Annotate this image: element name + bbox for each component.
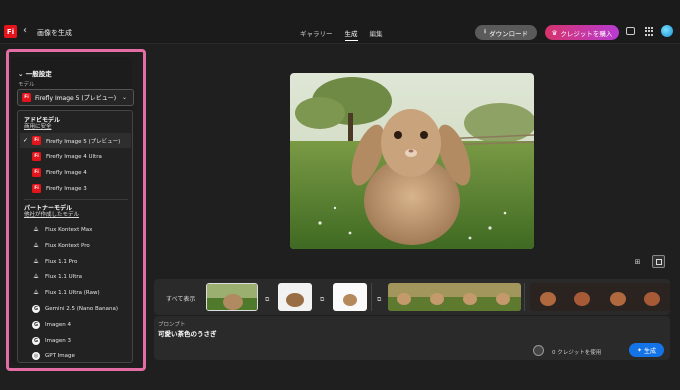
page-title: 画像を生成 xyxy=(37,29,72,37)
download-button[interactable]: ⭳ ダウンロード xyxy=(475,25,537,40)
tab-gallery[interactable]: ギャラリー xyxy=(300,28,333,41)
strip-divider xyxy=(524,283,525,311)
avatar[interactable] xyxy=(661,25,673,37)
thumbnail-2[interactable] xyxy=(278,283,312,311)
open-external-icon[interactable]: ⧉ xyxy=(265,296,269,304)
generate-button-label: 生成 xyxy=(644,347,657,355)
thumbnail-group-5[interactable] xyxy=(530,283,670,311)
open-external-icon[interactable]: ⧉ xyxy=(320,296,324,304)
generated-image[interactable] xyxy=(290,73,534,249)
thumbnail-3[interactable] xyxy=(333,283,367,311)
tab-edit[interactable]: 編集 xyxy=(370,28,383,41)
chat-icon[interactable] xyxy=(626,27,635,35)
credit-usage-text: 0 クレジットを使用 xyxy=(552,350,602,356)
history-icon[interactable] xyxy=(533,345,544,356)
strip-divider xyxy=(371,283,372,311)
prompt-label: プロンプト xyxy=(158,322,186,328)
firefly-logo[interactable]: Fi xyxy=(4,25,17,38)
download-icon: ⭳ xyxy=(483,27,487,35)
sparkle-icon: ✦ xyxy=(636,346,642,354)
tab-bar: ギャラリー 生成 編集 xyxy=(300,28,383,41)
generate-button[interactable]: ✦ 生成 xyxy=(629,343,664,357)
show-all-button[interactable]: すべて表示 xyxy=(166,294,195,303)
back-chevron-icon[interactable]: ‹ xyxy=(23,25,27,36)
single-view-icon[interactable] xyxy=(652,255,665,268)
thumbnail-1[interactable] xyxy=(206,283,258,311)
tab-generate[interactable]: 生成 xyxy=(344,28,358,41)
download-button-label: ダウンロード xyxy=(489,29,529,38)
open-external-icon[interactable]: ⧉ xyxy=(377,296,381,304)
apps-grid-icon[interactable] xyxy=(645,27,654,36)
highlight-frame xyxy=(6,49,146,371)
prompt-input[interactable]: 可愛い茶色のうさぎ xyxy=(158,328,217,338)
thumbnail-group-4[interactable] xyxy=(388,283,521,311)
buy-credits-label: クレジットを購入 xyxy=(560,29,613,38)
crown-icon: ♛ xyxy=(551,28,558,37)
buy-credits-button[interactable]: ♛ クレジットを購入 xyxy=(545,25,619,40)
tile-view-icon[interactable]: ⊞ xyxy=(631,256,644,268)
